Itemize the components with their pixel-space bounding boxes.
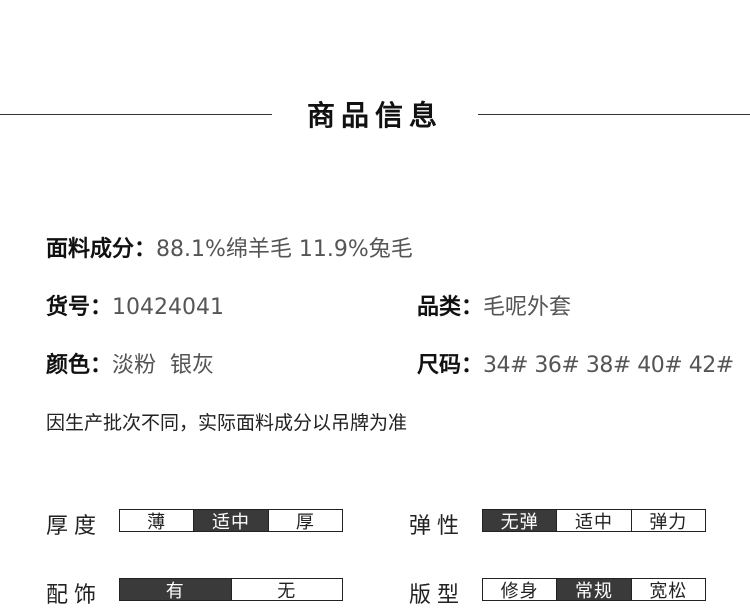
fit-option: 修身 — [500, 580, 539, 602]
elasticity-option: 无弹 — [483, 510, 557, 533]
thickness-scale: 薄 适中厚 — [119, 509, 343, 533]
accessory-option: 无 — [230, 579, 343, 602]
fabric-disclaimer: 因生产批次不同，实际面料成分以吊牌为准 — [46, 412, 408, 434]
elasticity-option: 适中 — [556, 510, 630, 533]
color-label: 颜色： — [46, 353, 113, 378]
size-row: 尺码：34# 36# 38# 40# 42# — [417, 347, 734, 379]
accessory-scale: 有无 — [119, 578, 343, 602]
color-row: 颜色：淡粉 银灰 — [46, 347, 214, 379]
sku-label: 货号： — [46, 295, 113, 320]
title-divider-right — [478, 114, 750, 115]
size-value: 34# 36# 38# 40# 42# — [483, 353, 734, 378]
elasticity-scale: 无弹 适中 弹力 — [482, 509, 706, 533]
category-value: 毛呢外套 — [483, 295, 572, 320]
fit-option: 宽松 — [630, 579, 705, 602]
thickness-option: 薄 — [147, 511, 167, 533]
elasticity-label: 弹性 — [409, 514, 466, 539]
fit-scale: 修身 常规 宽松 — [482, 578, 706, 602]
accessory-label: 配饰 — [46, 583, 103, 608]
page-title: 商品信息 — [306, 99, 443, 132]
fit-label: 版型 — [409, 583, 466, 608]
category-label: 品类： — [417, 295, 484, 320]
size-label: 尺码： — [417, 353, 484, 378]
color-value: 淡粉 银灰 — [112, 353, 215, 378]
title-divider-left — [0, 114, 272, 115]
fabric-value: 88.1%绵羊毛 11.9%兔毛 — [156, 237, 413, 262]
fabric-label: 面料成分： — [46, 237, 157, 262]
thickness-label: 厚度 — [46, 514, 103, 539]
category-row: 品类：毛呢外套 — [417, 289, 571, 321]
sku-value: 10424041 — [112, 295, 224, 320]
thickness-option: 厚 — [267, 510, 342, 533]
fit-option: 常规 — [556, 579, 631, 602]
accessory-option: 有 — [120, 579, 231, 602]
elasticity-option: 弹力 — [630, 510, 705, 533]
thickness-option: 适中 — [193, 510, 268, 533]
sku-row: 货号：10424041 — [46, 289, 224, 321]
fabric-row: 面料成分：88.1%绵羊毛 11.9%兔毛 — [46, 231, 413, 263]
